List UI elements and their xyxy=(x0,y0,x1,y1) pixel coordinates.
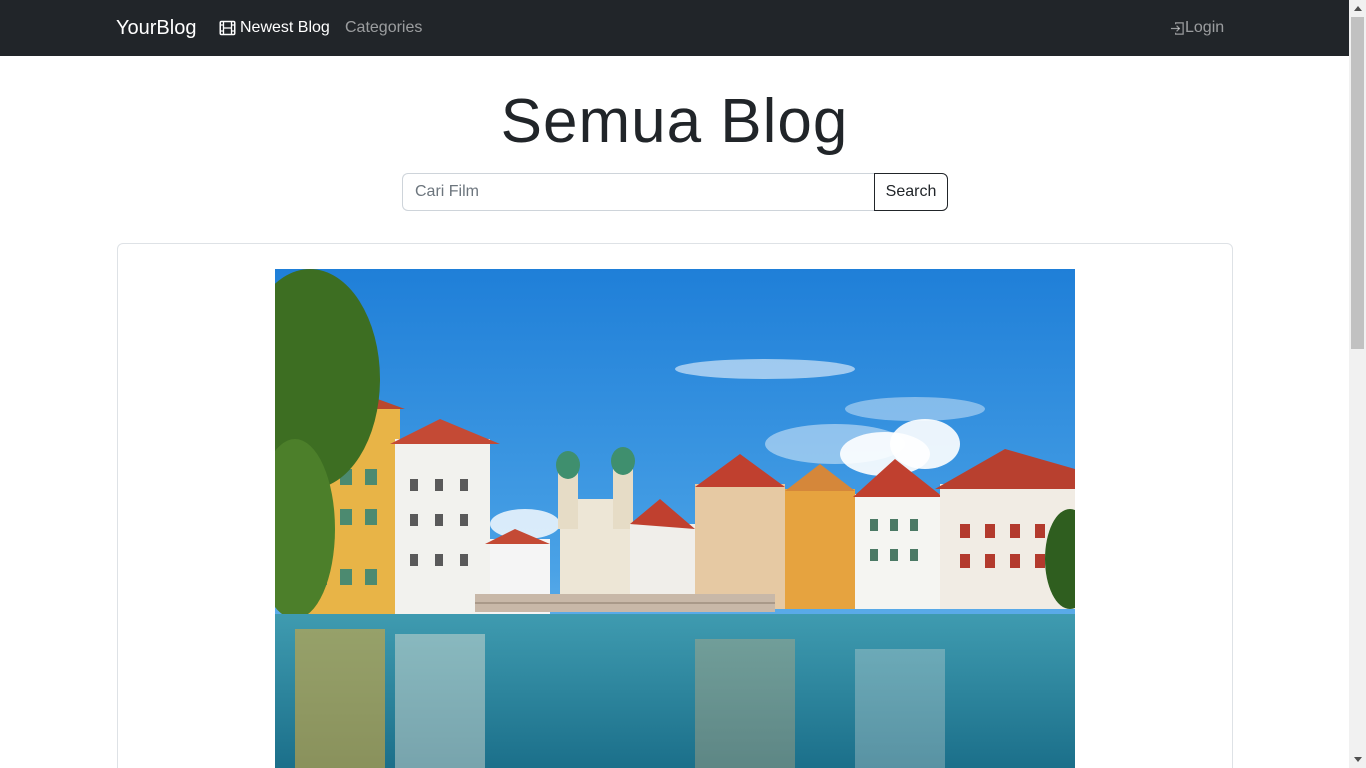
search-input[interactable] xyxy=(402,173,874,211)
nav-newest-label: Newest Blog xyxy=(240,19,330,36)
blog-card xyxy=(117,243,1233,768)
film-icon xyxy=(219,20,236,36)
navbar: YourBlog Newest Blog Categories Login xyxy=(0,0,1349,56)
vertical-scrollbar[interactable] xyxy=(1349,0,1366,768)
nav-categories-label: Categories xyxy=(345,19,423,36)
scroll-thumb[interactable] xyxy=(1351,17,1364,349)
nav-login[interactable]: Login xyxy=(1170,18,1224,38)
search-form: Search xyxy=(402,173,948,211)
blog-card-image[interactable] xyxy=(275,269,1075,768)
search-button[interactable]: Search xyxy=(874,173,948,211)
brand-link[interactable]: YourBlog xyxy=(116,16,196,40)
nav-categories[interactable]: Categories xyxy=(345,18,422,38)
nav-newest-blog[interactable]: Newest Blog xyxy=(219,18,330,38)
scroll-up-arrow-icon[interactable] xyxy=(1349,0,1366,17)
nav-login-label: Login xyxy=(1185,19,1225,36)
scroll-down-arrow-icon[interactable] xyxy=(1349,751,1366,768)
page-title: Semua Blog xyxy=(500,87,849,156)
login-icon xyxy=(1170,21,1185,36)
